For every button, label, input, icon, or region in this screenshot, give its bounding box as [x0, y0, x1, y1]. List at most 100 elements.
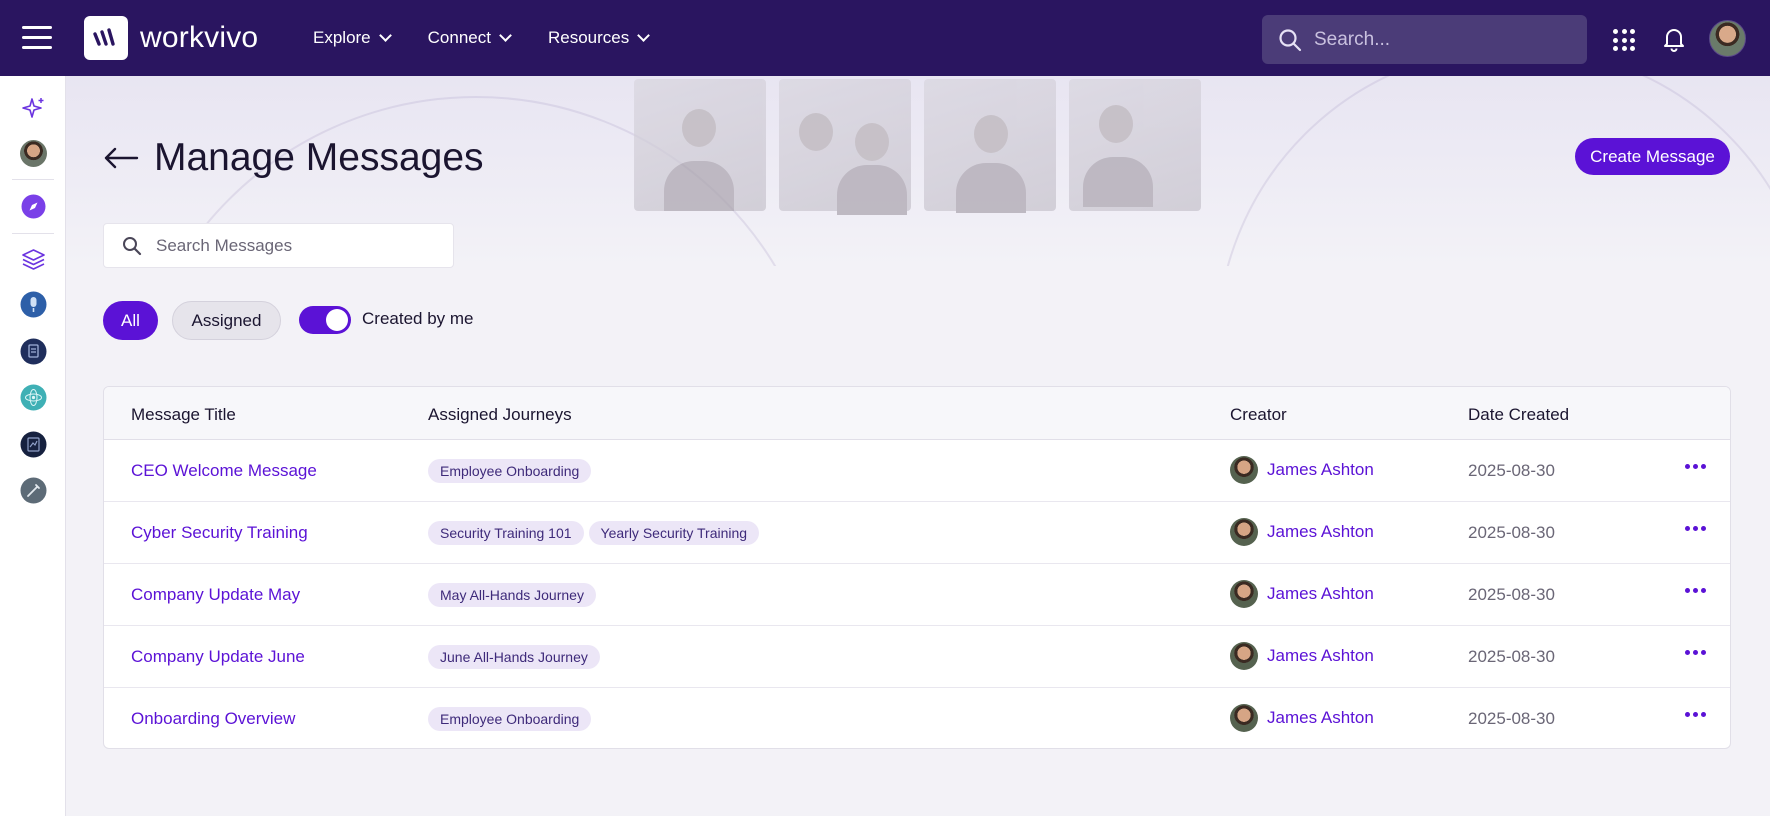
date-created: 2025-08-30 — [1468, 647, 1555, 666]
creator-avatar — [1230, 518, 1258, 546]
toggle-knob — [326, 309, 348, 331]
message-title-link[interactable]: CEO Welcome Message — [131, 461, 317, 481]
creator-name: James Ashton — [1267, 646, 1374, 665]
table-row: Onboarding Overview Employee Onboarding Ja… — [104, 688, 1730, 748]
date-created: 2025-08-30 — [1468, 585, 1555, 604]
journey-tag: May All-Hands Journey — [428, 583, 596, 607]
date-created: 2025-08-30 — [1468, 523, 1555, 542]
messages-table: Message Title Assigned Journeys Creator … — [103, 386, 1731, 749]
column-header-journeys[interactable]: Assigned Journeys — [428, 405, 572, 425]
creator-name: James Ashton — [1267, 460, 1374, 479]
message-title-link[interactable]: Company Update May — [131, 585, 300, 605]
journey-tag: Employee Onboarding — [428, 459, 592, 483]
nav-resources[interactable]: Resources — [547, 28, 651, 48]
table-row: CEO Welcome Message Employee Onboarding Ja… — [104, 440, 1730, 502]
creator-avatar — [1230, 642, 1258, 670]
chevron-down-icon — [499, 29, 512, 42]
global-search-input[interactable] — [1314, 28, 1574, 51]
creator-name: James Ashton — [1267, 584, 1374, 603]
more-horizontal-icon[interactable] — [1681, 708, 1710, 721]
top-navigation-bar: workvivo Explore Connect Resources — [0, 0, 1770, 76]
search-icon — [1279, 28, 1302, 51]
table-row: Company Update June June All-Hands Journe… — [104, 626, 1730, 688]
sidebar-divider — [12, 179, 54, 180]
table-row: Company Update May May All-Hands Journey J… — [104, 564, 1730, 626]
journey-tags: Security Training 101 Yearly Security Tra… — [428, 521, 760, 545]
back-arrow-icon[interactable] — [103, 146, 139, 170]
journey-tags: Employee Onboarding — [428, 459, 592, 483]
banner-photo — [1069, 79, 1201, 211]
journey-tag: June All-Hands Journey — [428, 645, 600, 669]
creator-avatar — [1230, 456, 1258, 484]
date-created: 2025-08-30 — [1468, 709, 1555, 728]
journey-tag: Employee Onboarding — [428, 707, 592, 731]
creator-link[interactable]: James Ashton — [1230, 704, 1374, 732]
global-search — [1262, 15, 1587, 64]
chevron-down-icon — [378, 29, 392, 42]
message-search — [103, 223, 454, 268]
space-atom-icon[interactable] — [20, 384, 47, 411]
nav-explore[interactable]: Explore — [313, 28, 392, 48]
creator-name: James Ashton — [1267, 522, 1374, 541]
creator-link[interactable]: James Ashton — [1230, 456, 1374, 484]
apps-grid-icon[interactable] — [1613, 29, 1635, 51]
creator-name: James Ashton — [1267, 708, 1374, 727]
date-created: 2025-08-30 — [1468, 461, 1555, 480]
sidebar-profile-avatar[interactable] — [20, 140, 47, 167]
nav-explore-label: Explore — [313, 28, 371, 47]
more-horizontal-icon[interactable] — [1681, 646, 1710, 659]
filter-all-button[interactable]: All — [103, 301, 158, 340]
bell-icon[interactable] — [1662, 26, 1686, 57]
nav-connect[interactable]: Connect — [427, 28, 512, 48]
sparkle-icon[interactable] — [20, 95, 47, 122]
column-header-title[interactable]: Message Title — [131, 405, 236, 425]
hamburger-icon[interactable] — [22, 26, 52, 50]
search-icon — [123, 236, 142, 255]
compass-icon[interactable] — [20, 193, 47, 220]
journey-tags: June All-Hands Journey — [428, 645, 600, 669]
space-tools-icon[interactable] — [20, 477, 47, 504]
logo-mark-icon — [84, 16, 128, 60]
space-document-icon[interactable] — [20, 338, 47, 365]
page-title: Manage Messages — [154, 136, 484, 179]
left-sidebar — [0, 76, 66, 816]
journey-tags: Employee Onboarding — [428, 707, 592, 731]
message-title-link[interactable]: Company Update June — [131, 647, 305, 667]
creator-link[interactable]: James Ashton — [1230, 518, 1374, 546]
table-header: Message Title Assigned Journeys Creator … — [104, 387, 1730, 440]
more-horizontal-icon[interactable] — [1681, 522, 1710, 535]
layers-icon[interactable] — [20, 246, 47, 273]
nav-resources-label: Resources — [547, 28, 630, 47]
journey-tag: Security Training 101 — [428, 521, 584, 545]
creator-avatar — [1230, 580, 1258, 608]
message-title-link[interactable]: Cyber Security Training — [131, 523, 308, 543]
user-avatar[interactable] — [1709, 20, 1746, 57]
space-chart-icon[interactable] — [20, 431, 47, 458]
journey-tags: May All-Hands Journey — [428, 583, 596, 607]
created-by-me-label: Created by me — [362, 309, 474, 328]
banner-photo — [924, 79, 1056, 213]
filter-assigned-button[interactable]: Assigned — [172, 301, 281, 340]
more-horizontal-icon[interactable] — [1681, 460, 1710, 473]
column-header-date[interactable]: Date Created — [1468, 405, 1569, 425]
banner-photo — [779, 79, 911, 215]
space-microphone-icon[interactable] — [20, 291, 47, 318]
message-search-input[interactable] — [156, 235, 446, 256]
column-header-creator[interactable]: Creator — [1230, 405, 1287, 425]
workvivo-logo[interactable]: workvivo — [84, 16, 258, 60]
journey-tag: Yearly Security Training — [588, 521, 760, 545]
creator-link[interactable]: James Ashton — [1230, 642, 1374, 670]
nav-connect-label: Connect — [427, 28, 491, 47]
creator-link[interactable]: James Ashton — [1230, 580, 1374, 608]
more-horizontal-icon[interactable] — [1681, 584, 1710, 597]
creator-avatar — [1230, 704, 1258, 732]
banner-photo — [634, 79, 766, 211]
sidebar-divider — [12, 233, 54, 234]
table-row: Cyber Security Training Security Training… — [104, 502, 1730, 564]
chevron-down-icon — [637, 29, 651, 42]
created-by-me-toggle[interactable] — [299, 306, 351, 334]
message-title-link[interactable]: Onboarding Overview — [131, 709, 295, 729]
main-nav: Explore Connect Resources — [313, 0, 651, 76]
logo-text: workvivo — [140, 21, 259, 54]
create-message-button[interactable]: Create Message — [1575, 138, 1730, 175]
